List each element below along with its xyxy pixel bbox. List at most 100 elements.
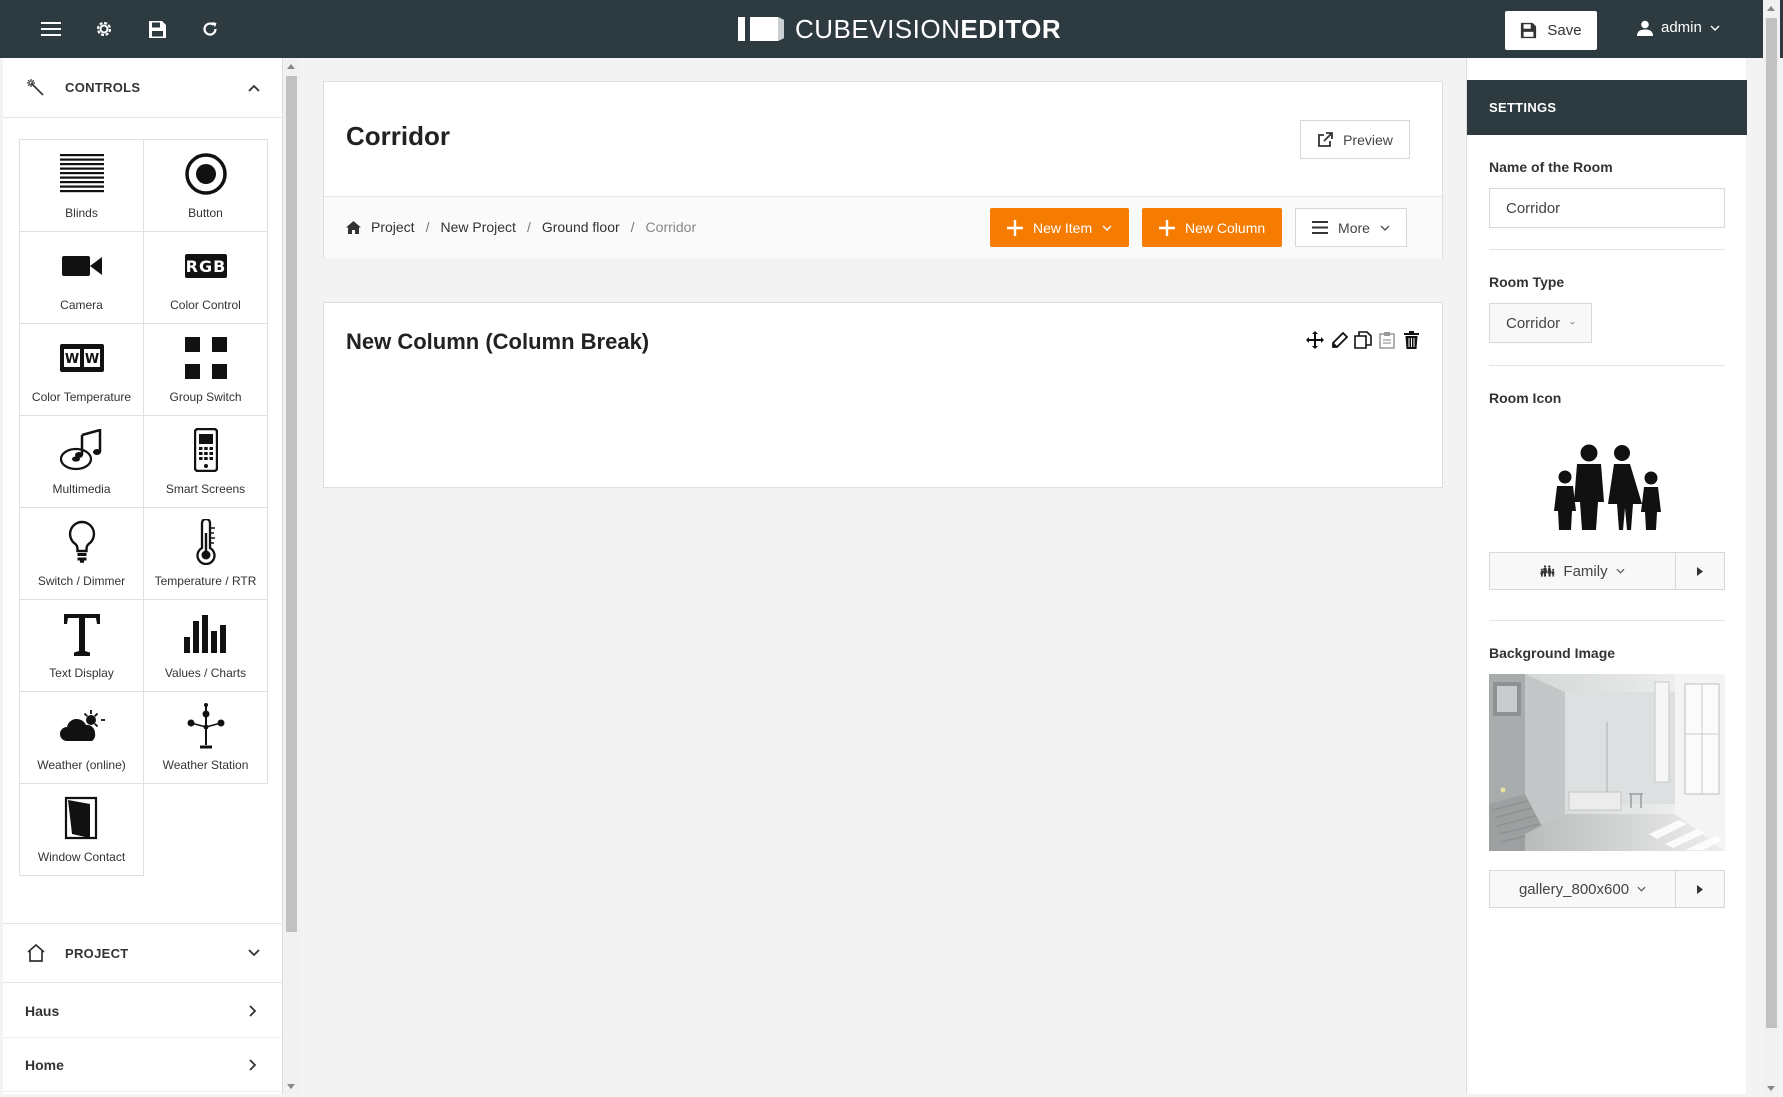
- plus-icon: [1007, 219, 1023, 236]
- user-menu[interactable]: admin: [1637, 19, 1720, 36]
- breadcrumb-project[interactable]: Project: [371, 219, 415, 235]
- breadcrumb: Project / New Project / Ground floor / C…: [346, 219, 696, 235]
- move-icon[interactable]: [1306, 330, 1324, 350]
- room-icon-next-button[interactable]: [1676, 553, 1724, 589]
- grid-icon: [176, 334, 236, 382]
- plus-icon: [1159, 219, 1175, 236]
- background-image-next-button[interactable]: [1676, 871, 1724, 907]
- more-button[interactable]: More: [1295, 208, 1407, 247]
- new-column-label: New Column: [1185, 219, 1266, 236]
- room-type-value: Corridor: [1506, 314, 1561, 332]
- floppy-disk-icon[interactable]: [144, 16, 170, 42]
- weather-station-icon: [176, 702, 236, 750]
- background-image-select: gallery_800x600: [1489, 870, 1725, 908]
- new-column-button[interactable]: New Column: [1142, 208, 1283, 247]
- page-title: Corridor: [346, 121, 450, 151]
- svg-text:RGB: RGB: [185, 257, 226, 276]
- control-temperature-rtr[interactable]: Temperature / RTR: [143, 507, 268, 600]
- control-color-temperature[interactable]: WW Color Temperature: [19, 323, 144, 416]
- control-multimedia[interactable]: Multimedia: [19, 415, 144, 508]
- column-title: New Column (Column Break): [346, 329, 650, 354]
- floppy-disk-icon: [1521, 22, 1537, 39]
- chevron-up-icon[interactable]: [247, 81, 261, 95]
- window-icon: [52, 794, 112, 842]
- control-weather-online[interactable]: Weather (online): [19, 691, 144, 784]
- family-icon: [1540, 565, 1555, 577]
- preview-button-label: Preview: [1343, 131, 1393, 148]
- chevron-down-icon: [1616, 568, 1625, 574]
- project-header-label: PROJECT: [65, 945, 129, 961]
- scroll-up-arrow[interactable]: [1767, 6, 1775, 11]
- chevron-down-icon: [1710, 25, 1720, 31]
- chevron-right-icon: [247, 1058, 259, 1072]
- scroll-down-arrow[interactable]: [287, 1084, 295, 1089]
- paste-icon[interactable]: [1378, 330, 1396, 350]
- background-image-preview[interactable]: [1489, 674, 1725, 851]
- left-sidebar: CONTROLS Blinds Button Camera RGB Color …: [3, 58, 283, 1094]
- scroll-up-arrow[interactable]: [287, 64, 295, 69]
- control-button[interactable]: Button: [143, 139, 268, 232]
- room-name-input[interactable]: [1489, 188, 1725, 228]
- app-logo: CUBEVISIONEDITOR: [735, 13, 1061, 45]
- trash-icon[interactable]: [1402, 330, 1420, 350]
- light-bulb-icon: [52, 518, 112, 566]
- refresh-icon[interactable]: [197, 16, 223, 42]
- control-weather-station[interactable]: Weather Station: [143, 691, 268, 784]
- room-header-card: Corridor Preview Project / New Project /…: [323, 81, 1443, 258]
- column-actions: [1306, 330, 1420, 350]
- svg-text:W: W: [64, 352, 78, 367]
- preview-button[interactable]: Preview: [1300, 120, 1410, 159]
- controls-section-header[interactable]: CONTROLS: [3, 58, 282, 118]
- gear-icon[interactable]: [91, 16, 117, 42]
- breadcrumb-new-project[interactable]: New Project: [440, 219, 515, 235]
- new-item-button[interactable]: New Item: [990, 208, 1130, 247]
- page-scrollbar[interactable]: [1763, 0, 1780, 1097]
- project-section-header[interactable]: PROJECT: [3, 923, 282, 983]
- copy-icon[interactable]: [1354, 330, 1372, 350]
- sidebar-scrollbar-thumb[interactable]: [286, 76, 297, 932]
- project-item-home[interactable]: Home: [3, 1038, 282, 1092]
- control-color-control[interactable]: RGB Color Control: [143, 231, 268, 324]
- bar-chart-icon: [176, 610, 236, 658]
- page-scrollbar-thumb[interactable]: [1766, 18, 1777, 1028]
- background-image-label: Background Image: [1489, 645, 1616, 661]
- control-blinds[interactable]: Blinds: [19, 139, 144, 232]
- breadcrumb-current: Corridor: [645, 219, 697, 235]
- project-item-haus[interactable]: Haus: [3, 984, 282, 1038]
- home-icon[interactable]: [346, 220, 361, 234]
- music-disc-icon: [52, 426, 112, 474]
- control-values-charts[interactable]: Values / Charts: [143, 599, 268, 692]
- top-bar: CUBEVISIONEDITOR Save admin: [0, 0, 1783, 58]
- caret-right-icon: [1697, 884, 1703, 894]
- hamburger-menu-icon[interactable]: [38, 16, 64, 42]
- controls-header-label: CONTROLS: [65, 80, 141, 95]
- chevron-right-icon: [247, 1004, 259, 1018]
- scroll-down-arrow[interactable]: [1767, 1086, 1775, 1091]
- save-button-label: Save: [1547, 22, 1582, 39]
- control-switch-dimmer[interactable]: Switch / Dimmer: [19, 507, 144, 600]
- blinds-icon: [52, 150, 112, 198]
- room-icon-select: Family: [1489, 552, 1725, 590]
- room-icon-dropdown[interactable]: Family: [1490, 553, 1676, 589]
- room-icon-value: Family: [1563, 562, 1608, 580]
- chevron-down-icon[interactable]: [247, 946, 261, 960]
- breadcrumb-ground-floor[interactable]: Ground floor: [542, 219, 620, 235]
- control-camera[interactable]: Camera: [19, 231, 144, 324]
- save-button[interactable]: Save: [1505, 11, 1597, 50]
- pencil-icon[interactable]: [1330, 330, 1348, 350]
- sidebar-scrollbar[interactable]: [283, 58, 300, 1094]
- thermometer-icon: [176, 518, 236, 566]
- smartphone-icon: [176, 426, 236, 474]
- caret-right-icon: [1697, 566, 1703, 576]
- room-type-select[interactable]: Corridor: [1489, 303, 1592, 343]
- user-name: admin: [1661, 19, 1702, 36]
- background-image-dropdown[interactable]: gallery_800x600: [1490, 871, 1676, 907]
- control-window-contact[interactable]: Window Contact: [19, 783, 144, 876]
- weather-cloud-icon: [52, 702, 112, 750]
- control-text-display[interactable]: Text Display: [19, 599, 144, 692]
- chevron-down-icon: [1570, 321, 1575, 325]
- control-group-switch[interactable]: Group Switch: [143, 323, 268, 416]
- more-button-label: More: [1338, 219, 1370, 236]
- control-smart-screens[interactable]: Smart Screens: [143, 415, 268, 508]
- svg-text:W: W: [84, 352, 98, 367]
